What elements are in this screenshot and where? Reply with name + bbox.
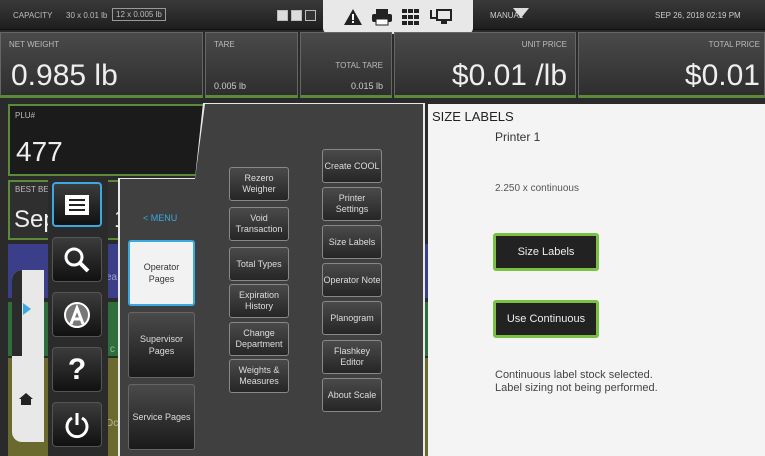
create-cool-button[interactable]: Create COOL [322, 149, 382, 183]
capacity-secondary: 12 x 0.005 lb [112, 8, 166, 21]
total-price-label: TOTAL PRICE [708, 40, 760, 49]
datetime: SEP 26, 2018 02:19 PM [655, 11, 741, 20]
drawer-upper [12, 270, 22, 356]
help-icon: ? [67, 352, 87, 386]
operator-note-button[interactable]: Operator Note [322, 263, 382, 297]
flashkey-editor-button[interactable]: Flashkey Editor [322, 340, 382, 374]
help-button[interactable]: ? [52, 347, 102, 392]
tier-service-pages[interactable]: Service Pages [128, 384, 195, 450]
keypad-icon[interactable] [401, 8, 421, 26]
label-dimension: 2.250 x continuous [495, 183, 579, 194]
status-note-line: Continuous label stock selected. [495, 369, 653, 381]
warning-icon[interactable] [343, 8, 363, 26]
total-tare-panel: TOTAL TARE 0.015 lb [300, 32, 392, 98]
net-weight-value: 0.985 lb [11, 59, 118, 92]
language-button[interactable] [52, 292, 102, 337]
capacity-value: 30 x 0.01 lb [66, 11, 108, 20]
search-icon [64, 247, 90, 272]
net-weight-label: NET WEIGHT [9, 40, 60, 49]
plu-label: PLU# [15, 111, 36, 120]
weights-measures-button[interactable]: Weights & Measures [229, 359, 289, 393]
plu-panel[interactable]: PLU# 477 [8, 104, 208, 176]
capacity-label: CAPACITY [13, 11, 53, 20]
tare-value: 0.005 lb [214, 81, 247, 91]
indicator-square [277, 10, 288, 21]
size-labels-button[interactable]: Size Labels [493, 233, 599, 271]
power-icon [65, 412, 89, 438]
printer-name: Printer 1 [495, 130, 541, 144]
menu-back-link[interactable]: < MENU [143, 213, 177, 223]
side-icon-column: ? [48, 176, 108, 456]
void-transaction-button[interactable]: Void Transaction [229, 207, 289, 241]
use-continuous-button[interactable]: Use Continuous [493, 300, 599, 338]
size-labels-menu-button[interactable]: Size Labels [322, 225, 382, 259]
unit-price-label: UNIT PRICE [521, 40, 567, 49]
status-icon-tab [323, 0, 473, 34]
printer-settings-button[interactable]: Printer Settings [322, 187, 382, 221]
search-button[interactable] [52, 237, 102, 282]
rezero-weigher-button[interactable]: Rezero Weigher [229, 167, 289, 201]
plu-value: 477 [16, 136, 63, 167]
scale-indicator [277, 10, 316, 21]
status-note-line: Label sizing not being performed. [495, 382, 658, 394]
network-icon[interactable] [429, 8, 453, 26]
tare-label: TARE [214, 40, 235, 49]
total-types-button[interactable]: Total Types [229, 247, 289, 281]
total-price-value: $0.01 [684, 59, 760, 92]
net-weight-panel: NET WEIGHT 0.985 lb [0, 32, 203, 98]
list-icon [65, 194, 89, 215]
total-tare-value: 0.015 lb [350, 81, 383, 91]
total-price-panel: TOTAL PRICE $0.01 [578, 32, 765, 98]
mode-dropdown-arrow[interactable] [513, 8, 529, 18]
list-button[interactable] [52, 182, 102, 227]
page-title: SIZE LABELS [432, 109, 514, 124]
expiration-history-button[interactable]: Expiration History [229, 284, 289, 318]
language-icon [64, 301, 90, 328]
tare-panel[interactable]: TARE 0.005 lb [205, 32, 298, 98]
printer-icon[interactable] [371, 8, 393, 26]
about-scale-button[interactable]: About Scale [322, 378, 382, 412]
indicator-square [291, 10, 302, 21]
power-button[interactable] [52, 402, 102, 447]
expand-arrow-icon[interactable] [22, 302, 32, 316]
indicator-square [305, 10, 316, 21]
unit-price-panel[interactable]: UNIT PRICE $0.01 /lb [394, 32, 576, 98]
size-labels-panel [428, 104, 765, 456]
status-note: Continuous label stock selected. Label s… [495, 369, 658, 395]
best-before-label: BEST BE [15, 185, 49, 194]
home-icon[interactable] [18, 392, 34, 406]
planogram-button[interactable]: Planogram [322, 301, 382, 335]
change-department-button[interactable]: Change Department [229, 322, 289, 356]
tier-supervisor-pages[interactable]: Supervisor Pages [128, 312, 195, 378]
tier-operator-pages[interactable]: Operator Pages [128, 240, 195, 306]
total-tare-label: TOTAL TARE [335, 61, 383, 70]
unit-price-value: $0.01 /lb [451, 59, 567, 92]
